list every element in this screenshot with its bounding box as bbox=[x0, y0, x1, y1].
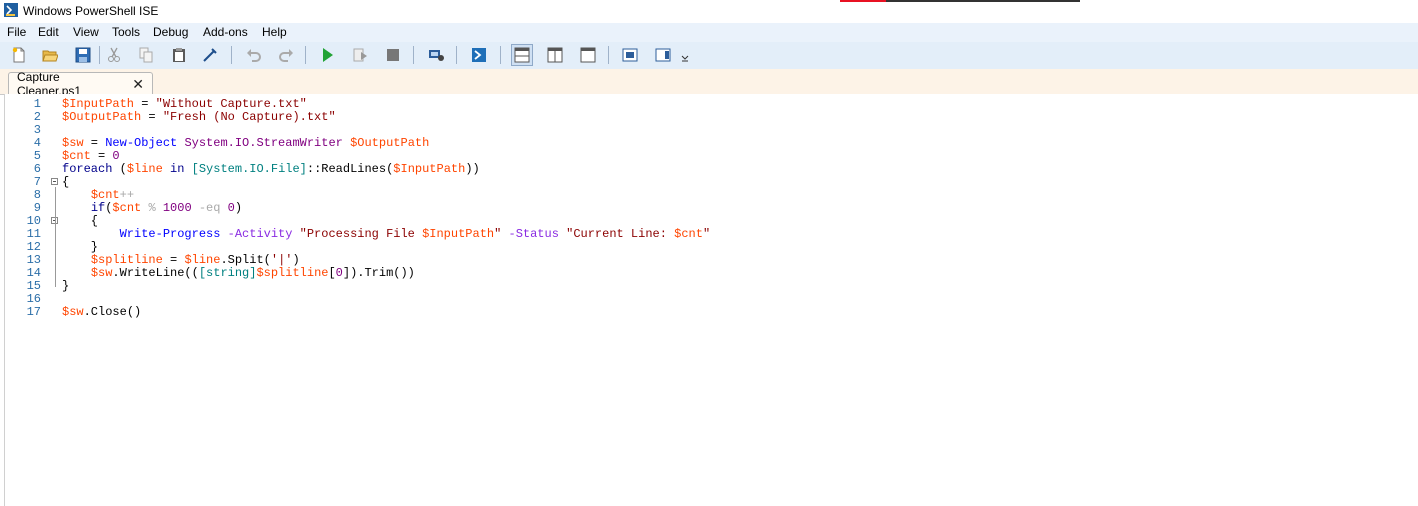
toolbar-overflow-chevron-icon[interactable] bbox=[680, 50, 690, 64]
new-icon[interactable] bbox=[9, 45, 29, 65]
title-bar: Windows PowerShell ISE bbox=[0, 0, 1418, 23]
close-icon[interactable]: ✕ bbox=[132, 77, 144, 91]
code-line[interactable]: 16 bbox=[5, 293, 1405, 306]
toolbar-separator bbox=[500, 46, 501, 64]
script-editor[interactable]: 1 $InputPath = "Without Capture.txt" 2 $Out… bbox=[4, 94, 1418, 506]
clear-console-icon[interactable] bbox=[200, 45, 220, 65]
code-line[interactable]: 2 $OutputPath = "Fresh (No Capture).txt" bbox=[5, 111, 1405, 124]
code-line[interactable]: 7{ bbox=[5, 176, 1405, 189]
code-line[interactable]: 6 foreach ($line in [System.IO.File]::Rea… bbox=[5, 163, 1405, 176]
menu-addons[interactable]: Add-ons bbox=[203, 25, 248, 39]
code-text: $sw.WriteLine(([string]$splitline[0]).Tr… bbox=[90, 266, 415, 280]
code-text: $sw.Close() bbox=[62, 305, 142, 319]
menu-bar: File Edit View Tools Debug Add-ons Help bbox=[0, 23, 1418, 42]
script-pane-max-icon[interactable] bbox=[578, 45, 598, 65]
undo-icon[interactable] bbox=[244, 45, 264, 65]
show-addons-icon[interactable] bbox=[653, 45, 673, 65]
code-text: $OutputPath = "Fresh (No Capture).txt" bbox=[62, 110, 336, 124]
toolbar-separator bbox=[231, 46, 232, 64]
toolbar-separator bbox=[305, 46, 306, 64]
toolbar-separator bbox=[99, 46, 100, 64]
open-icon[interactable] bbox=[40, 45, 60, 65]
menu-help[interactable]: Help bbox=[262, 25, 287, 39]
toolbar-separator bbox=[608, 46, 609, 64]
script-pane-top-icon[interactable] bbox=[511, 44, 533, 66]
fold-collapse-icon[interactable] bbox=[51, 178, 58, 185]
code-text: } bbox=[62, 279, 70, 293]
toolbar bbox=[0, 42, 1418, 70]
code-line[interactable]: 11 Write-Progress -Activity "Processing … bbox=[5, 228, 1405, 241]
menu-debug[interactable]: Debug bbox=[153, 25, 188, 39]
window-title: Windows PowerShell ISE bbox=[23, 4, 159, 18]
script-tab-strip: Capture Cleaner.ps1 ✕ bbox=[0, 69, 1418, 98]
code-text: foreach ($line in [System.IO.File]::Read… bbox=[62, 162, 480, 176]
code-line[interactable]: 9 if($cnt % 1000 -eq 0) bbox=[5, 202, 1405, 215]
code-text: Write-Progress -Activity "Processing Fil… bbox=[119, 227, 711, 241]
fold-guide-foreach bbox=[55, 187, 56, 287]
toolbar-separator bbox=[456, 46, 457, 64]
start-powershell-icon[interactable] bbox=[469, 45, 489, 65]
copy-icon[interactable] bbox=[136, 45, 156, 65]
tab-capture-cleaner[interactable]: Capture Cleaner.ps1 ✕ bbox=[8, 70, 153, 98]
toolbar-separator bbox=[413, 46, 414, 64]
powershell-ise-icon bbox=[4, 3, 18, 17]
paste-icon[interactable] bbox=[169, 45, 189, 65]
show-commands-icon[interactable] bbox=[620, 45, 640, 65]
menu-view[interactable]: View bbox=[73, 25, 99, 39]
menu-edit[interactable]: Edit bbox=[38, 25, 59, 39]
menu-tools[interactable]: Tools bbox=[112, 25, 140, 39]
redo-icon[interactable] bbox=[276, 45, 296, 65]
stop-icon[interactable] bbox=[383, 45, 403, 65]
code-line[interactable]: 14 $sw.WriteLine(([string]$splitline[0])… bbox=[5, 267, 1405, 280]
cut-icon[interactable] bbox=[104, 45, 124, 65]
title-accent-red bbox=[840, 0, 886, 2]
run-selection-icon[interactable] bbox=[350, 45, 370, 65]
code-line[interactable]: 17 $sw.Close() bbox=[5, 306, 1405, 319]
code-line[interactable]: 15} bbox=[5, 280, 1405, 293]
remote-powershell-icon[interactable] bbox=[426, 45, 446, 65]
title-accent-bar bbox=[840, 0, 1080, 2]
save-icon[interactable] bbox=[73, 45, 93, 65]
run-icon[interactable] bbox=[317, 45, 337, 65]
script-pane-right-icon[interactable] bbox=[545, 45, 565, 65]
line-number: 17 bbox=[26, 305, 41, 319]
menu-file[interactable]: File bbox=[7, 25, 26, 39]
code-line[interactable]: 4 $sw = New-Object System.IO.StreamWriter… bbox=[5, 137, 1405, 150]
